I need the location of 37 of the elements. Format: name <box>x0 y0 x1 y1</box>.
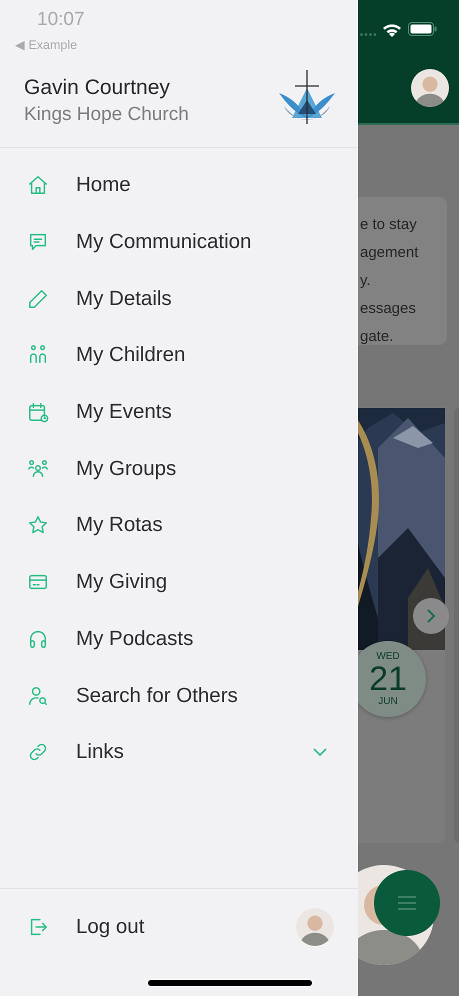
event-month: JUN <box>378 696 398 707</box>
logout-button[interactable]: Log out <box>27 915 296 939</box>
chevron-right-icon <box>426 608 436 624</box>
menu-item[interactable]: My Rotas <box>0 497 358 554</box>
event-weekday: WED <box>376 651 400 662</box>
menu-icon <box>398 896 416 910</box>
user-avatar <box>296 908 334 946</box>
battery-icon <box>408 22 437 36</box>
menu-item[interactable]: My Podcasts <box>0 610 358 668</box>
church-logo <box>278 70 336 126</box>
menu-item[interactable]: My Children <box>0 327 358 384</box>
menu-item[interactable]: My Events <box>0 384 358 440</box>
menu-item[interactable]: Home <box>0 157 358 214</box>
event-day: 21 <box>369 662 407 696</box>
menu-item[interactable]: My Communication <box>0 214 358 270</box>
calendar-icon <box>27 401 49 424</box>
profile-avatar <box>411 69 449 107</box>
user-search-icon <box>27 684 49 707</box>
card-text-line: essages <box>360 299 417 319</box>
card-text-line: e to stay <box>360 215 418 235</box>
card-text-line: gate. <box>360 327 394 347</box>
menu-item[interactable]: My Details <box>0 270 358 328</box>
menu-item[interactable]: My Groups <box>0 440 358 498</box>
user-name: Gavin Courtney <box>24 76 171 100</box>
link-icon <box>27 741 49 764</box>
home-icon <box>27 174 49 196</box>
wifi-icon <box>382 22 402 37</box>
signal-icon <box>360 33 378 36</box>
church-name: Kings Hope Church <box>24 104 189 126</box>
card-text-line: y. <box>360 271 372 291</box>
menu-item[interactable]: Links <box>0 724 358 781</box>
pencil-icon <box>27 288 49 310</box>
card-text-line: agement <box>360 243 420 263</box>
menu-item[interactable]: My Giving <box>0 554 358 610</box>
menu-item[interactable]: Search for Others <box>0 667 358 724</box>
status-time: 10:07 <box>37 9 85 31</box>
group-icon <box>27 458 49 480</box>
